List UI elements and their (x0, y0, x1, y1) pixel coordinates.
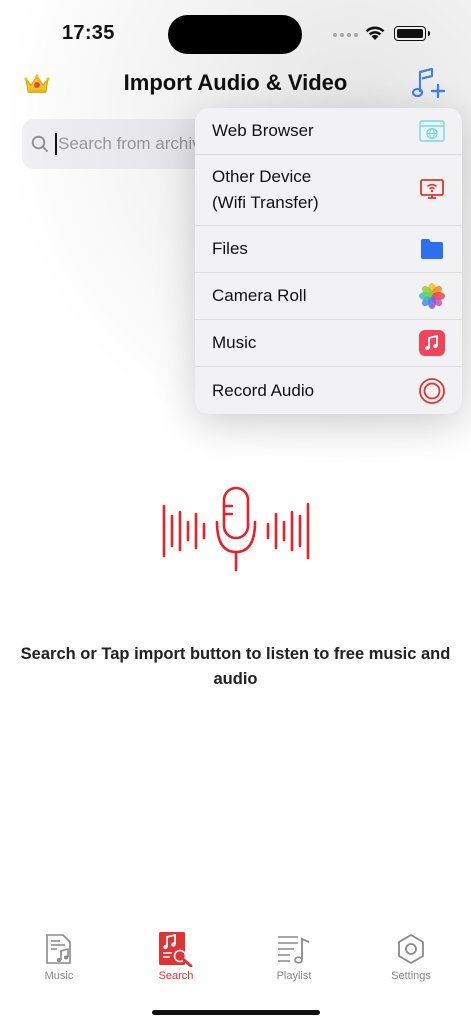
cellular-signal-icon (333, 33, 358, 37)
settings-icon (371, 930, 451, 968)
status-bar: 17:35 (0, 0, 471, 60)
tab-playlist[interactable]: Playlist (254, 930, 334, 982)
wifi-icon (365, 26, 385, 40)
menu-item-label: Music (212, 333, 257, 352)
status-time: 17:35 (62, 22, 115, 44)
search-icon (31, 135, 48, 152)
menu-item-label: Other Device (Wifi Transfer) (212, 167, 319, 212)
battery-icon (394, 26, 430, 41)
microphone-waveform-icon (162, 486, 310, 572)
browser-icon (418, 117, 446, 145)
menu-item-camera-roll[interactable]: Camera Roll (195, 273, 462, 320)
menu-item-record-audio[interactable]: Record Audio (195, 367, 462, 414)
text-caret (55, 133, 57, 155)
home-indicator (152, 1010, 320, 1015)
menu-item-files[interactable]: Files (195, 226, 462, 273)
tab-search[interactable]: Search (136, 930, 216, 982)
tab-label: Search (158, 970, 194, 982)
menu-item-music[interactable]: Music (195, 320, 462, 367)
search-doc-icon (136, 930, 216, 968)
tab-label: Settings (391, 970, 431, 982)
menu-item-label: Record Audio (212, 380, 315, 400)
apple-music-icon (418, 329, 446, 357)
record-icon (418, 377, 446, 405)
menu-item-web-browser[interactable]: Web Browser (195, 108, 462, 155)
page-title: Import Audio & Video (123, 70, 348, 95)
tab-settings[interactable]: Settings (371, 930, 451, 982)
menu-item-wifi-transfer[interactable]: Other Device (Wifi Transfer) (195, 155, 462, 226)
tab-bar: Music Search Playlist Settings (0, 930, 471, 990)
menu-item-label: Camera Roll (212, 286, 307, 305)
music-doc-icon (19, 930, 99, 968)
import-music-icon[interactable] (412, 66, 446, 100)
files-folder-icon (418, 235, 446, 263)
empty-state-hint: Search or Tap import button to listen to… (20, 645, 451, 688)
menu-item-label: Web Browser (212, 121, 314, 140)
search-placeholder: Search from archive (58, 134, 211, 153)
photos-icon (418, 282, 446, 310)
wifi-transfer-icon (418, 176, 446, 204)
tab-label: Music (44, 970, 74, 982)
dynamic-island (168, 15, 302, 54)
tab-music[interactable]: Music (19, 930, 99, 982)
import-menu: Web Browser Other Device (Wifi Transfer)… (195, 108, 462, 414)
menu-item-label: Files (212, 239, 248, 258)
tab-label: Playlist (276, 970, 312, 982)
playlist-icon (254, 930, 334, 968)
